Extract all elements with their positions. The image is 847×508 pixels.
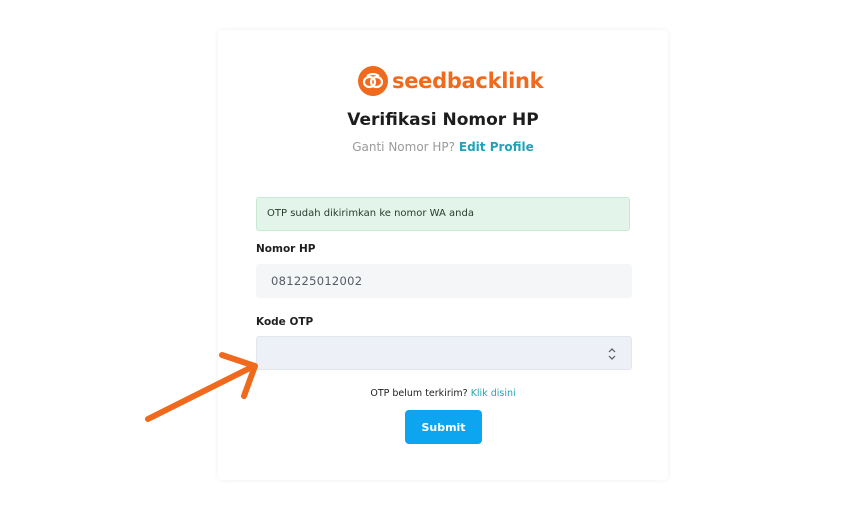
- resend-otp-link[interactable]: Klik disini: [471, 388, 516, 399]
- resend-otp-text: OTP belum terkirim? Klik disini: [218, 388, 668, 399]
- number-spinner-icon[interactable]: [607, 346, 617, 362]
- otp-label: Kode OTP: [256, 316, 314, 328]
- otp-input[interactable]: [256, 336, 632, 370]
- phone-field: 081225012002: [256, 264, 632, 298]
- edit-profile-link[interactable]: Edit Profile: [459, 140, 534, 154]
- page: seedbacklink Verifikasi Nomor HP Ganti N…: [0, 0, 847, 508]
- page-subtitle: Ganti Nomor HP? Edit Profile: [218, 140, 668, 154]
- chain-link-logo-icon: [358, 66, 388, 96]
- brand-name: seedbacklink: [392, 69, 544, 93]
- subtitle-text: Ganti Nomor HP?: [352, 140, 456, 154]
- brand-logo: seedbacklink: [358, 64, 544, 98]
- success-alert: OTP sudah dikirimkan ke nomor WA anda: [256, 197, 630, 231]
- page-title: Verifikasi Nomor HP: [347, 110, 539, 130]
- resend-prefix: OTP belum terkirim?: [370, 388, 468, 399]
- phone-label: Nomor HP: [256, 243, 316, 255]
- submit-button[interactable]: Submit: [405, 410, 482, 444]
